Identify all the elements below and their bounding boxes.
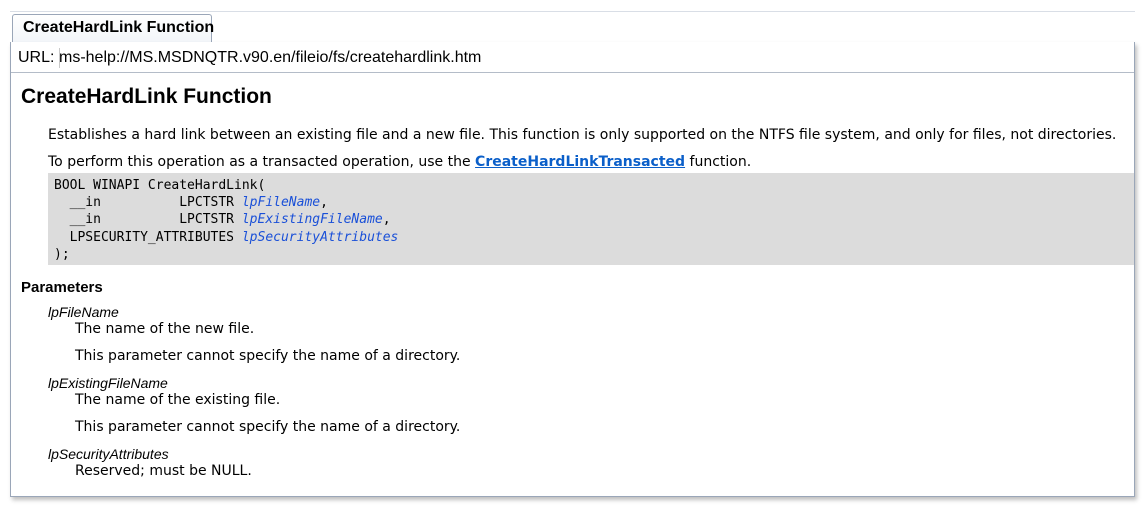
url-label: URL: — [18, 48, 61, 68]
syntax-line-5: ); — [54, 246, 70, 262]
syntax-block: BOOL WINAPI CreateHardLink( __in LPCTSTR… — [48, 173, 1134, 265]
syntax-line-3-prefix: __in LPCTSTR — [54, 212, 242, 228]
transacted-paragraph: To perform this operation as a transacte… — [48, 154, 751, 170]
intro-paragraph: Establishes a hard link between an exist… — [48, 127, 1117, 143]
syntax-line-4-prefix: LPSECURITY_ATTRIBUTES — [54, 229, 242, 245]
document-content: CreateHardLink Function Establishes a ha… — [11, 73, 1134, 496]
syntax-arg-lpfilename[interactable]: lpFileName — [242, 195, 320, 210]
url-field[interactable]: ms-help://MS.MSDNQTR.v90.en/fileio/fs/cr… — [59, 48, 481, 68]
tab-strip: CreateHardLink Function — [10, 11, 1135, 43]
transacted-suffix: function. — [685, 154, 752, 170]
param-name-lpsecurityattributes: lpSecurityAttributes — [48, 446, 169, 462]
param-desc: This parameter cannot specify the name o… — [75, 419, 461, 435]
syntax-line-3-suffix: , — [382, 212, 391, 228]
syntax-line-2-suffix: , — [320, 195, 328, 211]
syntax-arg-lpsecurityattributes[interactable]: lpSecurityAttributes — [242, 230, 399, 245]
createhardlinktransacted-link[interactable]: CreateHardLinkTransacted — [475, 154, 685, 170]
transacted-prefix: To perform this operation as a transacte… — [48, 154, 476, 170]
param-desc: The name of the new file. — [75, 321, 255, 337]
param-desc: This parameter cannot specify the name o… — [75, 348, 461, 364]
param-name-lpexistingfilename: lpExistingFileName — [48, 375, 168, 391]
param-desc: The name of the existing file. — [75, 392, 281, 408]
param-name-lpfilename: lpFileName — [48, 304, 119, 320]
param-desc: Reserved; must be NULL. — [75, 463, 252, 479]
tab-createhardlink[interactable]: CreateHardLink Function — [12, 14, 215, 43]
syntax-arg-lpexistingfilename[interactable]: lpExistingFileName — [242, 212, 383, 227]
page-title: CreateHardLink Function — [21, 85, 272, 108]
document-frame: URL: ms-help://MS.MSDNQTR.v90.en/fileio/… — [10, 42, 1135, 497]
url-bar: URL: ms-help://MS.MSDNQTR.v90.en/fileio/… — [11, 42, 1134, 73]
tab-title: CreateHardLink Function — [23, 19, 215, 36]
syntax-line-2-prefix: __in LPCTSTR — [54, 195, 242, 211]
parameters-heading: Parameters — [21, 279, 103, 296]
syntax-line-1: BOOL WINAPI CreateHardLink( — [54, 178, 266, 193]
